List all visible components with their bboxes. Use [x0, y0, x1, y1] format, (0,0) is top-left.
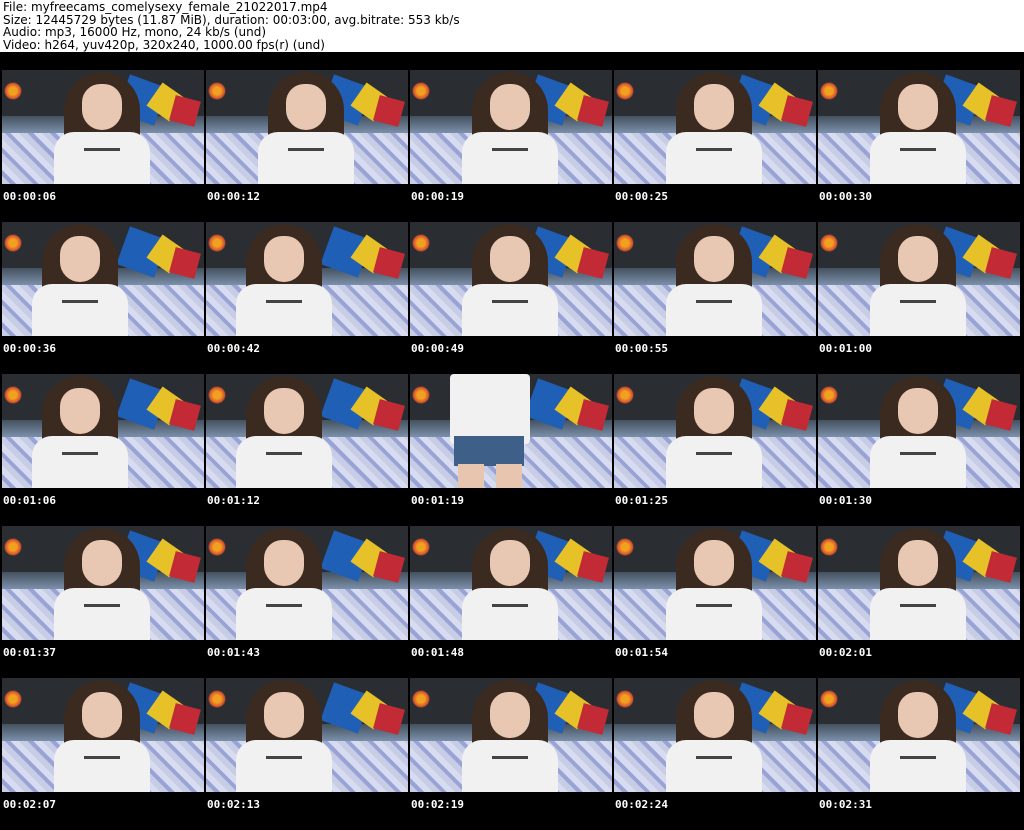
video-frame-image [818, 526, 1020, 640]
video-frame-image [2, 222, 204, 336]
thumbnail-timestamp: 00:01:30 [819, 494, 872, 507]
thumbnail-timestamp: 00:02:31 [819, 798, 872, 811]
thumbnail-timestamp: 00:02:01 [819, 646, 872, 659]
file-info-header: File: myfreecams_comelysexy_female_21022… [0, 0, 1024, 52]
video-frame-image [614, 678, 816, 792]
thumbnail-cell[interactable]: 00:02:31 [816, 678, 1020, 830]
video-frame-image [410, 678, 612, 792]
video-frame-image [206, 526, 408, 640]
video-frame-image [206, 70, 408, 184]
thumbnail-cell[interactable]: 00:02:24 [612, 678, 816, 830]
thumbnail-cell[interactable]: 00:00:49 [408, 222, 612, 374]
thumbnail-timestamp: 00:01:12 [207, 494, 260, 507]
thumbnail-cell[interactable]: 00:02:19 [408, 678, 612, 830]
thumbnail-cell[interactable]: 00:00:42 [204, 222, 408, 374]
video-frame-image [614, 374, 816, 488]
thumbnail-timestamp: 00:01:19 [411, 494, 464, 507]
video-frame-image [614, 70, 816, 184]
video-frame-image [818, 222, 1020, 336]
video-frame-image [2, 70, 204, 184]
thumbnail-timestamp: 00:02:19 [411, 798, 464, 811]
video-frame-image [206, 222, 408, 336]
thumbnail-timestamp: 00:02:13 [207, 798, 260, 811]
thumbnail-cell[interactable]: 00:00:30 [816, 70, 1020, 222]
video-frame-image [206, 678, 408, 792]
video-frame-image [2, 526, 204, 640]
thumbnail-timestamp: 00:02:24 [615, 798, 668, 811]
thumbnail-timestamp: 00:00:30 [819, 190, 872, 203]
thumbnail-cell[interactable]: 00:01:30 [816, 374, 1020, 526]
thumbnail-cell[interactable]: 00:00:36 [0, 222, 204, 374]
thumbnail-cell[interactable]: 00:02:13 [204, 678, 408, 830]
video-frame-image [614, 526, 816, 640]
thumbnail-cell[interactable]: 00:00:06 [0, 70, 204, 222]
thumbnail-timestamp: 00:01:00 [819, 342, 872, 355]
video-frame-image [614, 222, 816, 336]
video-frame-image [410, 222, 612, 336]
thumbnail-timestamp: 00:00:06 [3, 190, 56, 203]
thumbnail-timestamp: 00:02:07 [3, 798, 56, 811]
video-frame-image [410, 374, 612, 488]
thumbnail-timestamp: 00:00:25 [615, 190, 668, 203]
video-frame-image [410, 70, 612, 184]
thumbnail-timestamp: 00:00:19 [411, 190, 464, 203]
thumbnail-cell[interactable]: 00:00:25 [612, 70, 816, 222]
thumbnail-cell[interactable]: 00:01:48 [408, 526, 612, 678]
video-frame-image [818, 374, 1020, 488]
thumbnail-cell[interactable]: 00:01:06 [0, 374, 204, 526]
thumbnail-cell[interactable]: 00:00:19 [408, 70, 612, 222]
thumbnail-timestamp: 00:00:49 [411, 342, 464, 355]
thumbnail-timestamp: 00:00:55 [615, 342, 668, 355]
thumbnail-timestamp: 00:01:54 [615, 646, 668, 659]
thumbnail-cell[interactable]: 00:01:00 [816, 222, 1020, 374]
video-frame-image [2, 374, 204, 488]
thumbnail-timestamp: 00:01:43 [207, 646, 260, 659]
video-frame-image [818, 678, 1020, 792]
thumbnail-timestamp: 00:00:36 [3, 342, 56, 355]
video-frame-image [818, 70, 1020, 184]
file-name-line: File: myfreecams_comelysexy_female_21022… [3, 0, 328, 14]
thumbnail-cell[interactable]: 00:01:25 [612, 374, 816, 526]
thumbnail-cell[interactable]: 00:01:43 [204, 526, 408, 678]
thumbnail-timestamp: 00:00:12 [207, 190, 260, 203]
video-frame-image [410, 526, 612, 640]
thumbnail-cell[interactable]: 00:00:55 [612, 222, 816, 374]
thumbnail-timestamp: 00:01:48 [411, 646, 464, 659]
thumbnail-timestamp: 00:00:42 [207, 342, 260, 355]
video-frame-image [206, 374, 408, 488]
audio-info-line: Audio: mp3, 16000 Hz, mono, 24 kb/s (und… [3, 25, 267, 39]
thumbnail-cell[interactable]: 00:02:01 [816, 526, 1020, 678]
video-info-line: Video: h264, yuv420p, 320x240, 1000.00 f… [3, 37, 325, 52]
thumbnail-timestamp: 00:01:06 [3, 494, 56, 507]
thumbnail-cell[interactable]: 00:01:37 [0, 526, 204, 678]
thumbnail-cell[interactable]: 00:01:54 [612, 526, 816, 678]
video-frame-image [2, 678, 204, 792]
thumbnail-cell[interactable]: 00:00:12 [204, 70, 408, 222]
thumbnail-timestamp: 00:01:25 [615, 494, 668, 507]
thumbnail-cell[interactable]: 00:01:19 [408, 374, 612, 526]
thumbnail-cell[interactable]: 00:01:12 [204, 374, 408, 526]
thumbnail-timestamp: 00:01:37 [3, 646, 56, 659]
thumbnail-cell[interactable]: 00:02:07 [0, 678, 204, 830]
